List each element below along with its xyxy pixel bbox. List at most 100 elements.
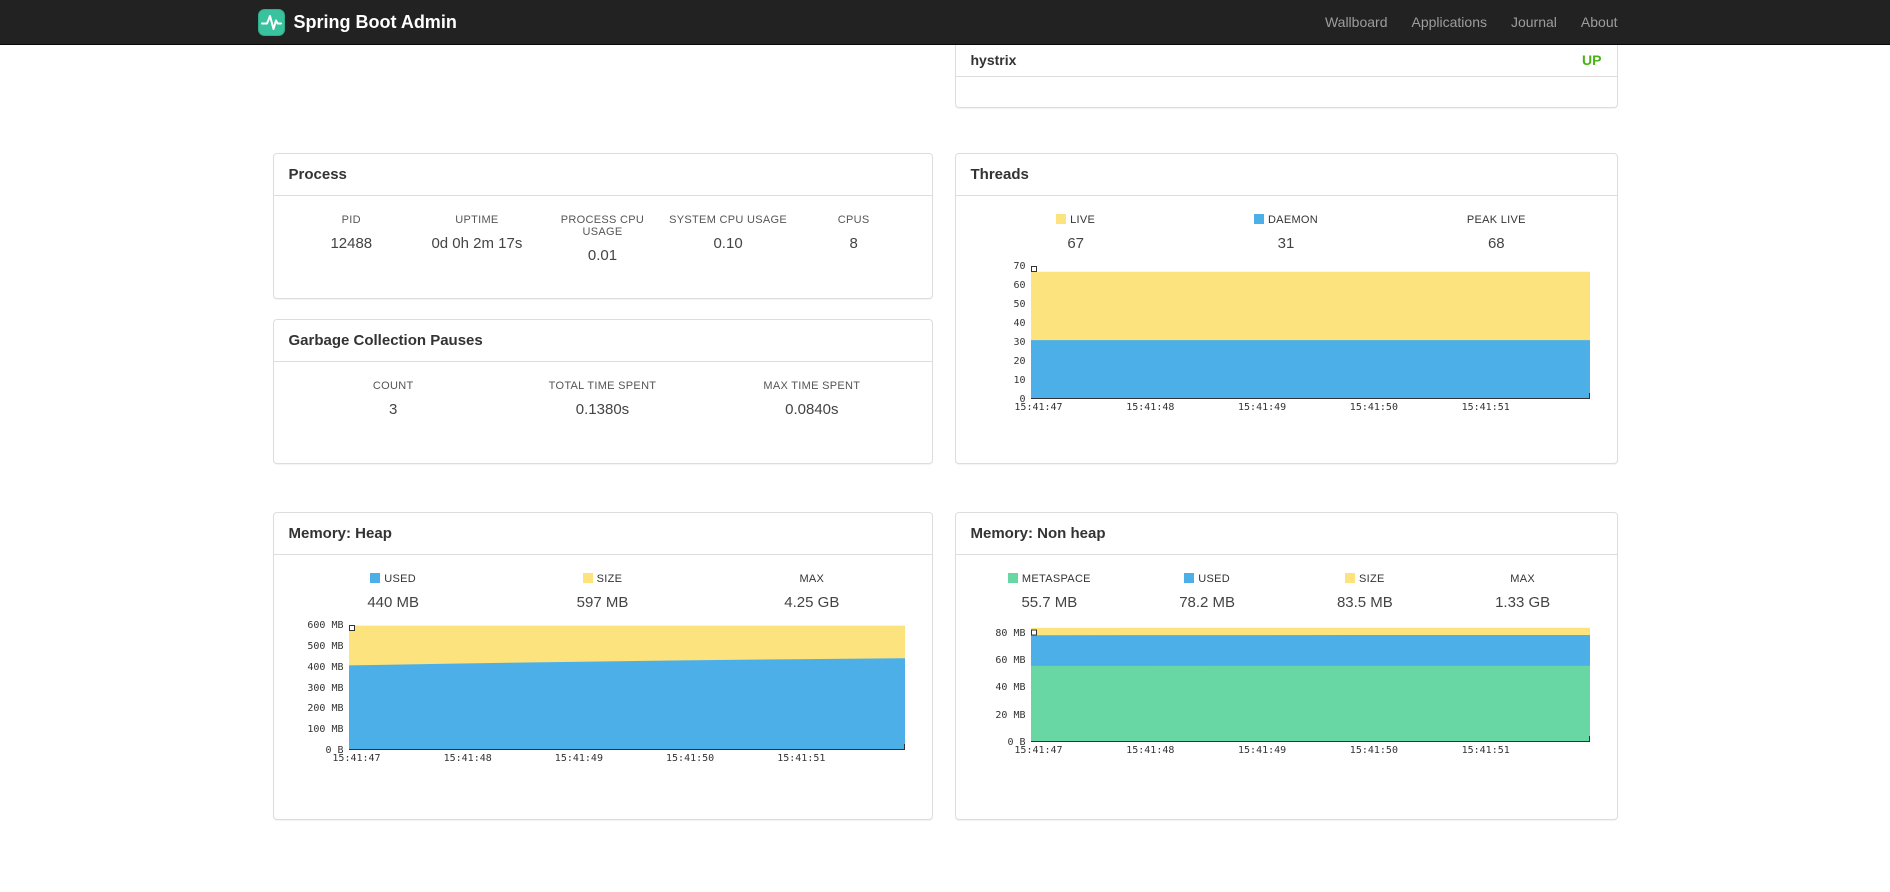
- y-tick-label: 30: [1013, 337, 1026, 348]
- legend-value: 1.33 GB: [1495, 594, 1551, 611]
- stat-label: MAX TIME SPENT: [763, 380, 861, 392]
- x-tick-label: 15:41:48: [443, 753, 492, 764]
- stat-value: 0d 0h 2m 17s: [431, 235, 523, 252]
- legend-used: USED 78.2 MB: [1128, 573, 1286, 611]
- y-tick-label: 200 MB: [307, 703, 344, 715]
- legend-metaspace: METASPACE 55.7 MB: [971, 573, 1129, 611]
- nav-item-wallboard[interactable]: Wallboard: [1313, 14, 1400, 30]
- x-tick-label: 15:41:50: [1349, 745, 1398, 756]
- stat-value: 8: [849, 235, 858, 252]
- x-tick-label: 15:41:48: [1126, 745, 1175, 756]
- legend-label: LIVE: [1070, 214, 1096, 226]
- legend-used: USED 440 MB: [289, 573, 498, 611]
- application-row-hystrix[interactable]: hystrix UP: [955, 45, 1617, 77]
- stat-label: SYSTEM CPU USAGE: [669, 214, 788, 226]
- stat-label: PROCESS CPU USAGE: [560, 214, 645, 238]
- stat-gc-total-time: TOTAL TIME SPENT 0.1380s: [498, 380, 707, 418]
- legend-value: 78.2 MB: [1179, 594, 1236, 611]
- memory-heap-legend: USED 440 MB SIZE 597 MB MAX 4.25 GB: [289, 573, 917, 611]
- legend-peak-live: PEAK LIVE 68: [1391, 214, 1601, 252]
- legend-label: SIZE: [596, 573, 623, 585]
- legend-value: 597 MB: [576, 594, 629, 611]
- nav-links: Wallboard Applications Journal About: [1313, 14, 1618, 30]
- garbage-collection-card: Garbage Collection Pauses COUNT 3 TOTAL …: [272, 319, 933, 464]
- used-swatch-icon: [370, 573, 381, 583]
- memory-nonheap-card-body: METASPACE 55.7 MB USED 78.2 MB SIZE 83.5…: [956, 555, 1617, 781]
- stat-process-cpu-usage: PROCESS CPU USAGE 0.01: [540, 214, 666, 264]
- memory-nonheap-chart-y-axis: 80 MB 60 MB 40 MB 20 MB 0 B: [971, 625, 1031, 761]
- y-tick-label: 100 MB: [307, 724, 344, 736]
- legend-label: MAX: [799, 573, 825, 585]
- y-tick-label: 40 MB: [995, 682, 1026, 694]
- memory-nonheap-chart: 80 MB 60 MB 40 MB 20 MB 0 B 15:41:47 15:41:48…: [971, 625, 1602, 761]
- nav-item-applications[interactable]: Applications: [1399, 14, 1499, 30]
- main-content: Process PID 12488 UPTIME 0d 0h 2m 17s PR…: [272, 45, 1618, 820]
- y-tick-label: 400 MB: [307, 661, 344, 673]
- legend-value: 55.7 MB: [1021, 594, 1078, 611]
- daemon-area: [1030, 340, 1590, 399]
- right-column: hystrix UP Threads LIVE 67 DAEMON 31 PEA…: [954, 45, 1618, 464]
- legend-label: METASPACE: [1021, 573, 1091, 585]
- memory-nonheap-card: Memory: Non heap METASPACE 55.7 MB USED …: [954, 512, 1618, 820]
- legend-value: 4.25 GB: [784, 594, 840, 611]
- memory-nonheap-chart-plot: [1030, 625, 1590, 742]
- left-column: Process PID 12488 UPTIME 0d 0h 2m 17s PR…: [272, 45, 933, 464]
- brand-link[interactable]: Spring Boot Admin: [257, 8, 457, 36]
- stat-value: 0.10: [713, 235, 743, 252]
- legend-size: SIZE 83.5 MB: [1286, 573, 1444, 611]
- y-tick-label: 10: [1013, 375, 1026, 386]
- memory-nonheap-card-title: Memory: Non heap: [955, 513, 1617, 555]
- legend-label: DAEMON: [1267, 214, 1319, 226]
- stat-gc-max-time: MAX TIME SPENT 0.0840s: [707, 380, 916, 418]
- memory-heap-chart-plot-wrap: 15:41:47 15:41:48 15:41:49 15:41:50 15:41:51: [332, 625, 905, 769]
- threads-chart-y-axis: 70 60 50 40 30 20 10 0: [971, 261, 1031, 418]
- stat-label: UPTIME: [455, 214, 499, 226]
- memory-heap-chart: 600 MB 500 MB 400 MB 300 MB 200 MB 100 MB 0 B …: [289, 620, 917, 769]
- stat-value: 0.01: [587, 247, 618, 264]
- y-tick-label: 50: [1013, 299, 1026, 310]
- threads-chart-plot: [1030, 266, 1590, 399]
- y-tick-label: 20 MB: [995, 709, 1026, 721]
- memory-heap-chart-x-axis: 15:41:47 15:41:48 15:41:49 15:41:50 15:41:51: [332, 753, 905, 769]
- process-card-title: Process: [273, 154, 932, 196]
- chart-svg: [1030, 627, 1590, 742]
- legend-daemon: DAEMON 31: [1181, 214, 1391, 252]
- process-stats: PID 12488 UPTIME 0d 0h 2m 17s PROCESS CP…: [289, 214, 917, 264]
- gc-stats: COUNT 3 TOTAL TIME SPENT 0.1380s MAX TIM…: [289, 380, 917, 418]
- application-name: hystrix: [970, 52, 1017, 68]
- navbar: Spring Boot Admin Wallboard Applications…: [0, 0, 1890, 45]
- legend-value: 31: [1277, 235, 1295, 252]
- memory-nonheap-chart-x-axis: 15:41:47 15:41:48 15:41:49 15:41:50 15:41:51: [1014, 745, 1590, 761]
- stat-value: 12488: [330, 235, 373, 252]
- threads-legend: LIVE 67 DAEMON 31 PEAK LIVE 68: [971, 214, 1602, 252]
- stat-pid: PID 12488: [289, 214, 415, 264]
- x-tick-label: 15:41:50: [1349, 402, 1398, 413]
- memory-heap-card-body: USED 440 MB SIZE 597 MB MAX 4.25 GB 600 …: [274, 555, 932, 789]
- memory-nonheap-chart-plot-wrap: 15:41:47 15:41:48 15:41:49 15:41:50 15:41:51: [1014, 625, 1590, 761]
- stat-gc-count: COUNT 3: [289, 380, 498, 418]
- metaspace-swatch-icon: [1007, 573, 1018, 583]
- threads-card-body: LIVE 67 DAEMON 31 PEAK LIVE 68 70 60 50 40 3…: [956, 196, 1617, 438]
- stat-system-cpu-usage: SYSTEM CPU USAGE 0.10: [665, 214, 791, 264]
- memory-heap-card-title: Memory: Heap: [273, 513, 932, 555]
- y-tick-label: 600 MB: [307, 620, 344, 631]
- chart-top-marker: [1030, 266, 1037, 272]
- used-area: [348, 658, 905, 750]
- used-swatch-icon: [1184, 573, 1195, 583]
- chart-svg: [1030, 266, 1590, 399]
- stat-value: 0.0840s: [785, 401, 839, 418]
- x-tick-label: 15:41:51: [1461, 745, 1510, 756]
- y-tick-label: 40: [1013, 318, 1026, 329]
- applications-panel: hystrix UP: [954, 45, 1618, 108]
- y-tick-label: 60: [1013, 280, 1026, 291]
- nav-item-about[interactable]: About: [1569, 14, 1618, 30]
- live-swatch-icon: [1056, 214, 1067, 224]
- legend-label: MAX: [1510, 573, 1535, 585]
- gc-card-body: COUNT 3 TOTAL TIME SPENT 0.1380s MAX TIM…: [274, 362, 932, 438]
- nav-item-journal[interactable]: Journal: [1499, 14, 1569, 30]
- memory-heap-card: Memory: Heap USED 440 MB SIZE 597 MB MAX…: [272, 512, 933, 820]
- x-tick-label: 15:41:49: [1238, 745, 1287, 756]
- x-tick-label: 15:41:47: [1014, 402, 1063, 413]
- y-tick-label: 500 MB: [307, 640, 344, 652]
- spring-boot-admin-logo-icon: [257, 8, 285, 36]
